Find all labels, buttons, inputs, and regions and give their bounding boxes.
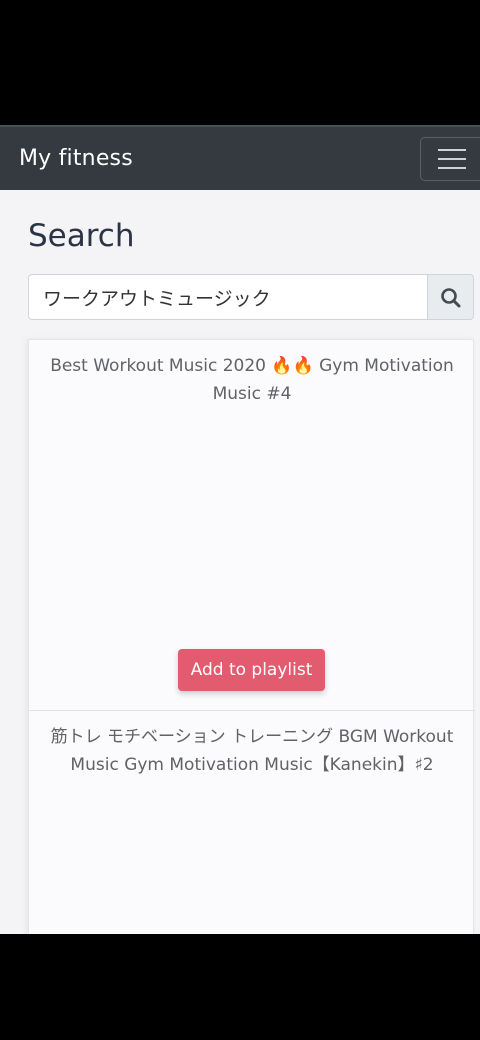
hamburger-icon-line <box>438 149 466 151</box>
brand-link[interactable]: My fitness <box>19 146 133 171</box>
result-divider <box>29 710 475 711</box>
search-input[interactable] <box>28 274 428 320</box>
app-screen: My fitness Search Best Workout Music 202… <box>0 125 480 934</box>
search-bar <box>28 274 474 320</box>
result-title-1: Best Workout Music 2020 🔥🔥 Gym Motivatio… <box>50 356 454 404</box>
page-title: Search <box>28 218 135 254</box>
navbar: My fitness <box>0 125 480 190</box>
results-card: Best Workout Music 2020 🔥🔥 Gym Motivatio… <box>28 339 475 934</box>
hamburger-icon-line <box>438 158 466 160</box>
search-button[interactable] <box>427 274 474 320</box>
menu-toggle-button[interactable] <box>420 137 480 181</box>
add-to-playlist-button[interactable]: Add to playlist <box>178 649 325 691</box>
search-icon <box>441 288 461 308</box>
hamburger-icon-line <box>438 167 466 169</box>
result-title-2: 筋トレ モチベーション トレーニング BGM Workout Music Gym… <box>50 727 454 775</box>
